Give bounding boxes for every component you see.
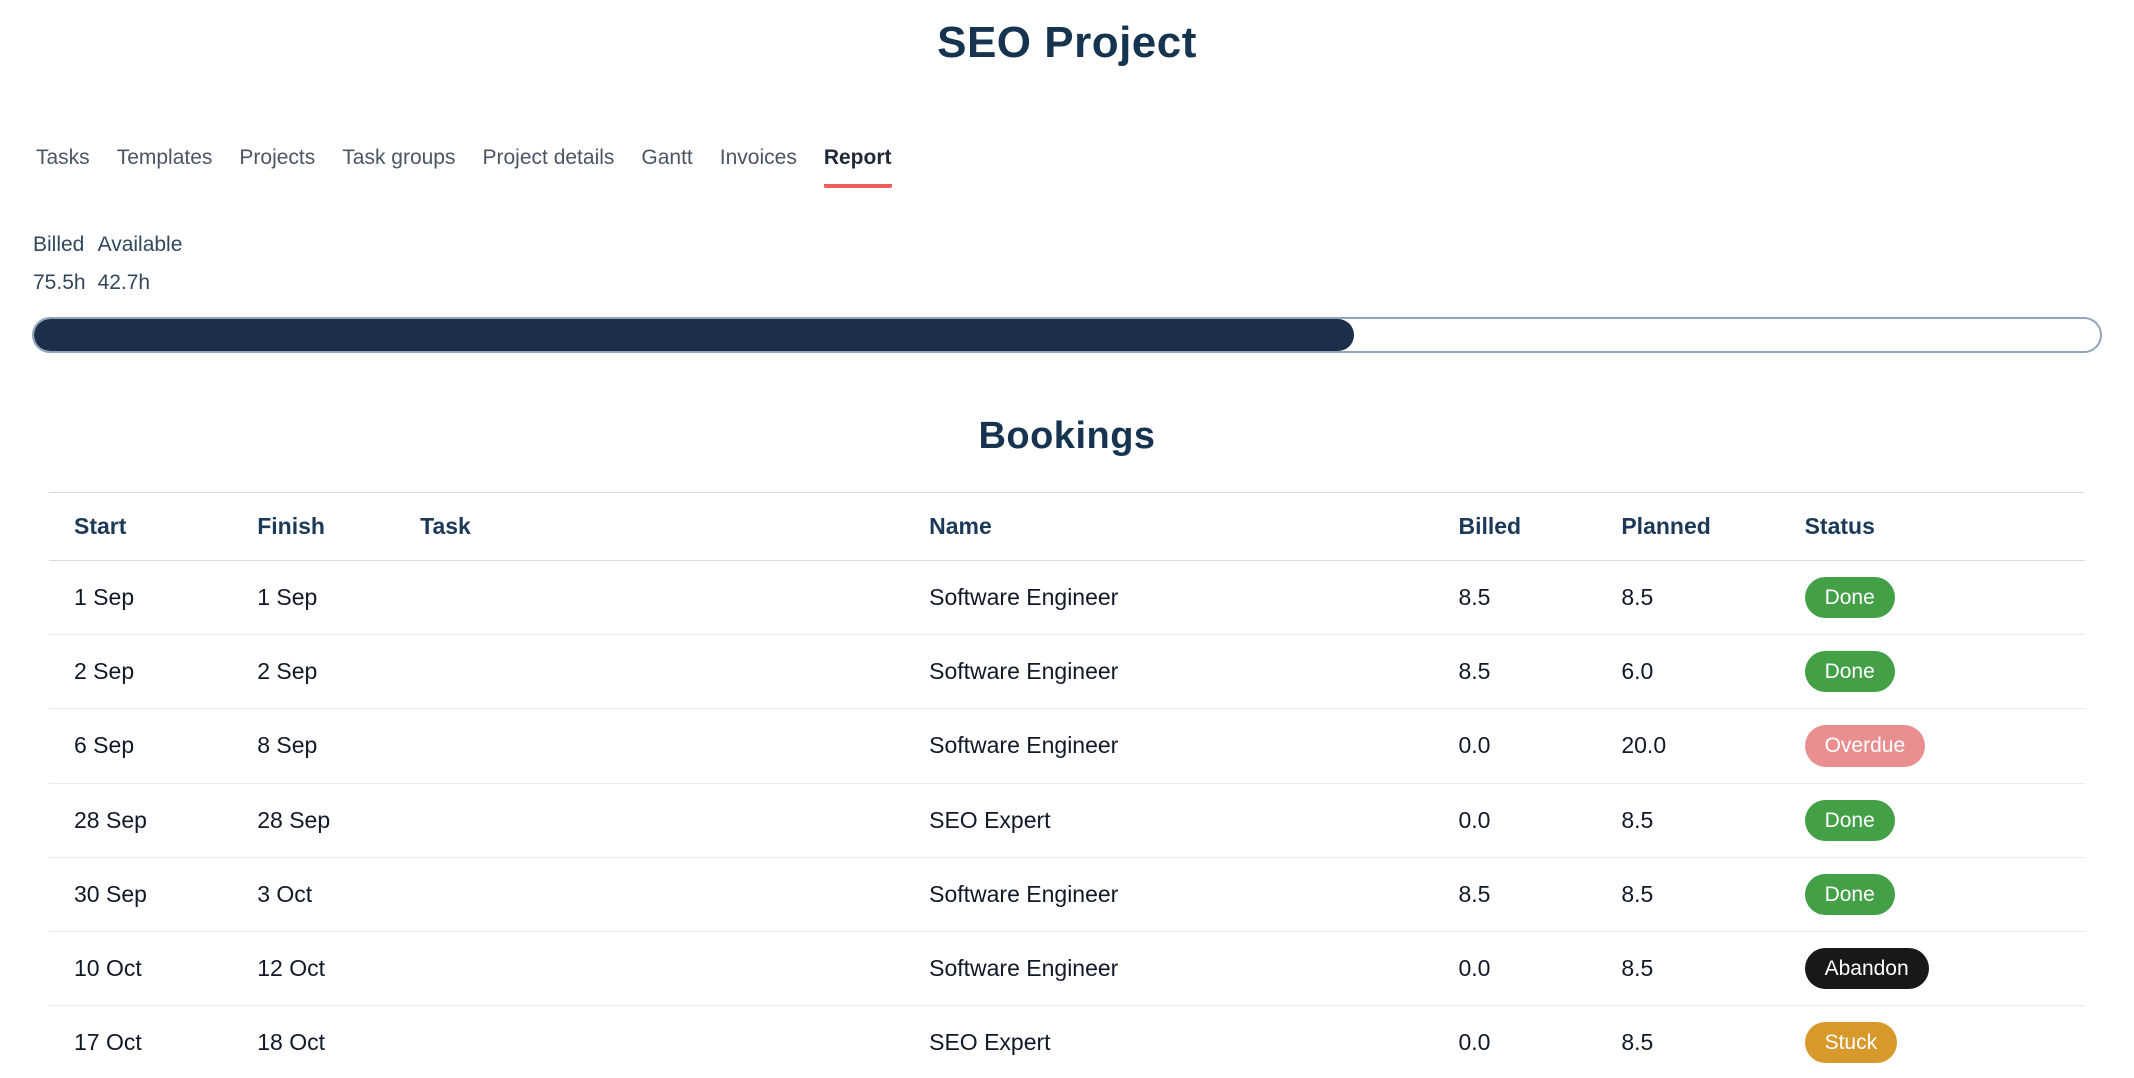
cell-start: 28 Sep — [49, 783, 232, 857]
bookings-table-header: StartFinishTaskNameBilledPlannedStatus — [49, 493, 2085, 561]
tab-templates[interactable]: Templates — [117, 146, 213, 188]
header-row: StartFinishTaskNameBilledPlannedStatus — [49, 493, 2085, 561]
cell-start: 2 Sep — [49, 635, 232, 709]
cell-status: Done — [1780, 857, 2085, 931]
bookings-table: StartFinishTaskNameBilledPlannedStatus 1… — [49, 492, 2085, 1078]
table-row: 30 Sep3 OctSoftware Engineer8.58.5Done — [49, 857, 2085, 931]
table-row: 2 Sep2 Sep Software Engineer8.56.0 Done — [49, 635, 2085, 709]
cell-task — [395, 931, 904, 1005]
cell-task — [395, 561, 904, 635]
tab-task-groups[interactable]: Task groups — [342, 146, 455, 188]
tab-gantt[interactable]: Gantt — [641, 146, 692, 188]
cell-planned: 8.5 — [1596, 783, 1779, 857]
cell-status: Done — [1780, 561, 2085, 635]
cell-status: Abandon — [1780, 931, 2085, 1005]
table-row: 28 Sep28 Sep SEO Expert0.08.5 Done — [49, 783, 2085, 857]
cell-finish: 8 Sep — [232, 709, 395, 783]
cell-name: SEO Expert — [904, 1006, 1433, 1078]
billed-available-summary: Billed 75.5h Available 42.7h — [0, 233, 2134, 295]
progress-fill — [34, 319, 1354, 351]
status-badge: Done — [1805, 874, 1895, 915]
cell-planned: 8.5 — [1596, 931, 1779, 1005]
tab-bar: Tasks Templates Projects Task groups Project… — [0, 146, 2134, 189]
cell-finish: 18 Oct — [232, 1006, 395, 1078]
tab-tasks[interactable]: Tasks — [36, 146, 90, 188]
cell-status: Overdue — [1780, 709, 2085, 783]
cell-planned: 20.0 — [1596, 709, 1779, 783]
column-header-billed: Billed — [1433, 493, 1596, 561]
billed-label: Billed — [33, 233, 86, 257]
tab-report[interactable]: Report — [824, 146, 892, 188]
cell-task — [395, 857, 904, 931]
cell-status: Done — [1780, 635, 2085, 709]
cell-finish: 3 Oct — [232, 857, 395, 931]
status-badge: Overdue — [1805, 725, 1926, 766]
table-row: 1 Sep1 SepSoftware Engineer8.58.5Done — [49, 561, 2085, 635]
available-value: 42.7h — [98, 271, 183, 295]
cell-status: Stuck — [1780, 1006, 2085, 1078]
cell-task — [395, 709, 904, 783]
table-row: 6 Sep8 Sep Software Engineer0.020.0 Overdu… — [49, 709, 2085, 783]
cell-start: 17 Oct — [49, 1006, 232, 1078]
cell-finish: 2 Sep — [232, 635, 395, 709]
page-title: SEO Project — [0, 0, 2134, 68]
cell-task — [395, 783, 904, 857]
billed-value: 75.5h — [33, 271, 86, 295]
cell-start: 6 Sep — [49, 709, 232, 783]
column-header-task: Task — [395, 493, 904, 561]
bookings-title: Bookings — [0, 415, 2134, 458]
cell-name: Software Engineer — [904, 561, 1433, 635]
cell-planned: 6.0 — [1596, 635, 1779, 709]
cell-planned: 8.5 — [1596, 857, 1779, 931]
tab-projects[interactable]: Projects — [239, 146, 315, 188]
cell-finish: 12 Oct — [232, 931, 395, 1005]
report-page: SEO Project Tasks Templates Projects Task g… — [0, 0, 2134, 1078]
status-badge: Done — [1805, 651, 1895, 692]
cell-task — [395, 635, 904, 709]
cell-billed: 0.0 — [1433, 783, 1596, 857]
column-header-planned: Planned — [1596, 493, 1779, 561]
status-badge: Done — [1805, 577, 1895, 618]
cell-billed: 8.5 — [1433, 561, 1596, 635]
billed-summary-col: Billed 75.5h — [33, 233, 86, 295]
cell-planned: 8.5 — [1596, 1006, 1779, 1078]
cell-name: Software Engineer — [904, 709, 1433, 783]
cell-start: 1 Sep — [49, 561, 232, 635]
column-header-name: Name — [904, 493, 1433, 561]
table-row: 17 Oct18 Oct SEO Expert0.08.5 Stuck — [49, 1006, 2085, 1078]
available-summary-col: Available 42.7h — [98, 233, 183, 295]
column-header-status: Status — [1780, 493, 2085, 561]
cell-planned: 8.5 — [1596, 561, 1779, 635]
tab-invoices[interactable]: Invoices — [720, 146, 797, 188]
cell-start: 30 Sep — [49, 857, 232, 931]
cell-billed: 0.0 — [1433, 709, 1596, 783]
status-badge: Abandon — [1805, 948, 1929, 989]
status-badge: Done — [1805, 800, 1895, 841]
tab-project-details[interactable]: Project details — [483, 146, 615, 188]
cell-task — [395, 1006, 904, 1078]
cell-billed: 0.0 — [1433, 931, 1596, 1005]
cell-name: SEO Expert — [904, 783, 1433, 857]
cell-name: Software Engineer — [904, 635, 1433, 709]
billed-progress-bar — [32, 317, 2102, 353]
table-row: 10 Oct12 Oct Software Engineer0.08.5 Aband… — [49, 931, 2085, 1005]
status-badge: Stuck — [1805, 1022, 1898, 1063]
cell-finish: 1 Sep — [232, 561, 395, 635]
cell-billed: 8.5 — [1433, 635, 1596, 709]
bookings-table-body: 1 Sep1 SepSoftware Engineer8.58.5Done2 S… — [49, 561, 2085, 1078]
cell-name: Software Engineer — [904, 931, 1433, 1005]
column-header-finish: Finish — [232, 493, 395, 561]
cell-finish: 28 Sep — [232, 783, 395, 857]
cell-start: 10 Oct — [49, 931, 232, 1005]
cell-billed: 8.5 — [1433, 857, 1596, 931]
available-label: Available — [98, 233, 183, 257]
column-header-start: Start — [49, 493, 232, 561]
cell-name: Software Engineer — [904, 857, 1433, 931]
cell-status: Done — [1780, 783, 2085, 857]
cell-billed: 0.0 — [1433, 1006, 1596, 1078]
